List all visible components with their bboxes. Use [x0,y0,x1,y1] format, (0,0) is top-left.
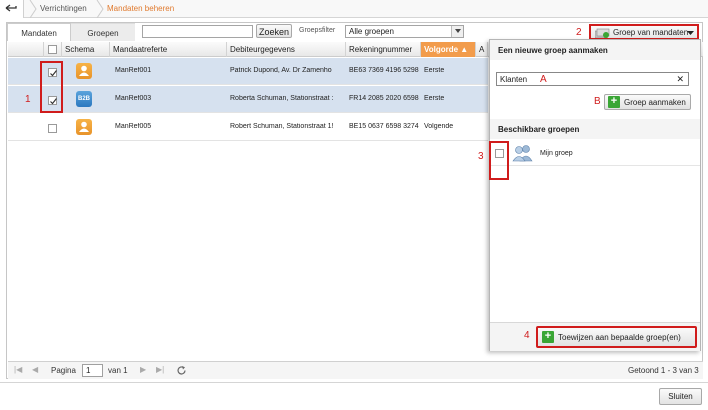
footer-divider [0,382,708,383]
row-sequence: Eerste [424,67,445,74]
group-menu-button[interactable]: Groep van mandaten [589,24,699,40]
row-account: BE15 0637 6598 3274 [349,123,419,130]
row-checkbox[interactable] [48,124,57,133]
next-page-icon[interactable]: ▶ [140,365,146,374]
person-icon [76,119,92,135]
new-group-value: Klanten [500,75,528,84]
last-page-icon[interactable]: ▶| [156,365,164,374]
header-spacer [8,42,44,57]
row-ref: ManRef001 [115,67,152,74]
add-icon: + [542,331,554,343]
pager-status: Getoond 1 - 3 van 3 [628,366,699,375]
pagination-bar: |◀ ◀ Pagina 1 van 1 ▶ ▶| Getoond 1 - 3 v… [8,361,703,379]
tab-groepen[interactable]: Groepen [71,23,135,41]
column-a[interactable]: A [476,42,488,57]
tab-mandaten[interactable]: Mandaten [7,23,71,41]
new-group-heading: Een nieuwe groep aanmaken [490,40,700,60]
page-input[interactable]: 1 [82,364,103,377]
group-dropdown-panel: Een nieuwe groep aanmaken Klanten ✕ A B … [478,39,701,351]
row-ref: ManRef003 [115,95,152,102]
annotation-box-1 [40,61,63,113]
close-button[interactable]: Sluiten [659,388,702,405]
row-account: FR14 2085 2020 6598 [349,95,419,102]
b2b-icon: B2B [76,91,92,107]
create-group-label: Groep aanmaken [624,98,686,107]
header-select-all[interactable] [44,42,62,57]
assign-groups-label: Toewijzen aan bepaalde groep(en) [558,333,681,342]
breadcrumb-item-verrichtingen[interactable]: Verrichtingen [40,4,87,13]
group-panel-footer: 4 + Toewijzen aan bepaalde groep(en) [490,322,700,351]
create-group-button[interactable]: + Groep aanmaken [604,94,691,110]
available-groups-heading: Beschikbare groepen [490,119,700,139]
page-of-label: van 1 [108,366,128,375]
group-filter-value: Alle groepen [349,27,394,36]
users-group-icon [512,145,533,162]
table-row[interactable]: ManRef005 Robert Schuman, Stationstraat … [8,114,488,141]
row-ref: ManRef005 [115,123,152,130]
annotation-box-3 [489,141,509,180]
clear-icon[interactable]: ✕ [676,74,684,85]
breadcrumb-item-mandaten-beheren: Mandaten beheren [107,4,175,13]
row-sequence: Eerste [424,95,445,102]
person-icon [76,63,92,79]
search-button[interactable]: Zoeken [256,24,292,38]
annotation-1: 1 [25,94,31,105]
table-row[interactable]: ManRef001 Patrick Dupond, Av. Dr Zamenho… [8,58,488,85]
prev-page-icon[interactable]: ◀ [32,365,38,374]
column-volgorde[interactable]: Volgorde ▲ [421,42,476,57]
group-menu-label: Groep van mandaten [613,28,689,37]
group-list-item[interactable]: Mijn groep [490,142,700,166]
refresh-icon[interactable] [176,365,187,376]
breadcrumb-separator-icon [96,0,104,18]
new-group-input[interactable]: Klanten ✕ [496,72,689,86]
row-debtor: Patrick Dupond, Av. Dr Zamenho [230,67,332,74]
back-button[interactable] [0,0,24,18]
annotation-2: 2 [576,27,582,38]
page-label: Pagina [51,366,76,375]
search-input[interactable] [142,25,253,38]
row-sequence: Volgende [424,123,454,130]
caret-down-icon [687,31,694,35]
column-debiteurgegevens[interactable]: Debiteurgegevens [227,42,346,57]
table-row[interactable]: B2B ManRef003 Roberta Schuman, Stationst… [8,86,488,113]
group-filter-select[interactable]: Alle groepen [345,25,464,38]
column-schema[interactable]: Schema [62,42,110,57]
first-page-icon[interactable]: |◀ [14,365,22,374]
row-debtor: Roberta Schuman, Stationstraat : [230,95,334,102]
annotation-3: 3 [478,151,484,162]
group-name: Mijn groep [540,150,573,157]
assign-groups-button[interactable]: + Toewijzen aan bepaalde groep(en) [536,326,697,348]
row-account: BE63 7369 4196 5298 [349,67,419,74]
annotation-B: B [594,96,601,107]
select-all-checkbox[interactable] [48,45,57,54]
column-mandaatreferte[interactable]: Mandaatreferte [110,42,227,57]
add-icon: + [608,96,620,108]
breadcrumb: Verrichtingen Mandaten beheren [0,0,708,18]
group-stack-icon [595,28,610,38]
breadcrumb-separator-icon [29,0,37,18]
annotation-A: A [540,74,547,85]
column-rekeningnummer[interactable]: Rekeningnummer [346,42,421,57]
chevron-down-icon[interactable] [451,26,463,37]
annotation-4: 4 [524,330,530,341]
row-debtor: Robert Schuman, Stationstraat 1! [230,123,334,130]
group-filter-label: Groepsfilter [299,27,336,34]
back-arrow-icon [5,4,17,12]
